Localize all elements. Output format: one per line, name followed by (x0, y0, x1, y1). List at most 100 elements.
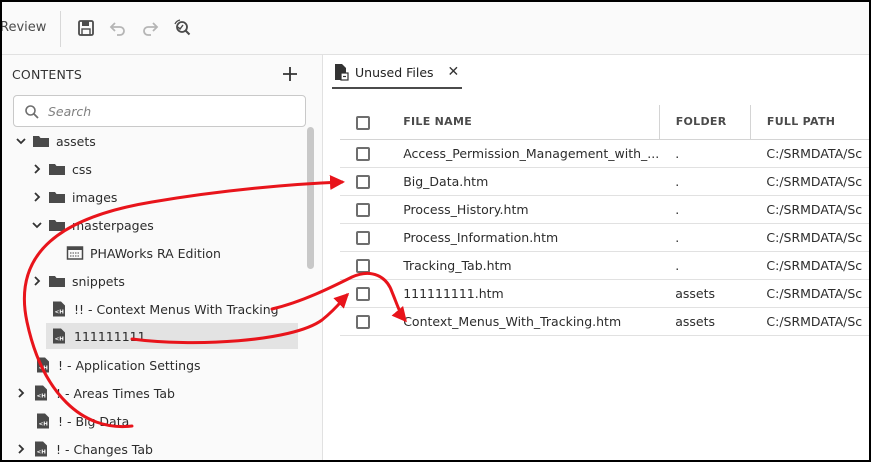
tree-item-snippets[interactable]: snippets (30, 268, 125, 294)
tree-item-big-data[interactable]: <H ! - Big Data (30, 408, 129, 434)
add-icon[interactable] (280, 64, 300, 84)
tree-item-areas-times-tab[interactable]: <H ! - Areas Times Tab (14, 380, 175, 406)
tree-item-label: assets (56, 133, 96, 149)
undo-icon[interactable] (108, 18, 128, 38)
row-checkbox-cell (340, 279, 404, 308)
tree-item-label: ! - Application Settings (58, 357, 201, 373)
svg-text:<H: <H (55, 310, 65, 316)
tree-item-images[interactable]: images (30, 184, 117, 210)
toolbar-divider (60, 11, 61, 47)
unused-files-table: FILE NAME FOLDER FULL PATH Access_Permis… (340, 105, 869, 336)
tab-unused-files[interactable]: Unused Files ✕ (332, 55, 459, 89)
tree-item-label: css (72, 161, 92, 177)
row-checkbox[interactable] (356, 314, 370, 329)
tree-item-changes-tab[interactable]: <H ! - Changes Tab (14, 436, 153, 460)
find-replace-icon[interactable] (172, 18, 192, 38)
row-checkbox[interactable] (356, 146, 370, 161)
chevron-down-icon[interactable] (30, 218, 44, 232)
column-header-file-name[interactable]: FILE NAME (403, 105, 660, 140)
redo-icon[interactable] (140, 18, 160, 38)
tree-item-label: ! - Big Data (58, 413, 130, 429)
select-all-checkbox[interactable] (356, 115, 370, 130)
row-checkbox[interactable] (356, 286, 370, 301)
search-icon (25, 105, 39, 119)
tree-item-label: ! - Areas Times Tab (56, 385, 175, 401)
row-checkbox-cell (340, 251, 404, 280)
row-checkbox-cell (340, 307, 404, 336)
tree-item-label: ! - Changes Tab (56, 441, 153, 457)
html-file-icon: <H (37, 357, 49, 373)
table-row[interactable]: Process_Information.htm . C:/SRMDATA/Sc (340, 223, 869, 252)
row-checkbox-cell (340, 223, 404, 252)
tree-item-label: PHAWorks RA Edition (90, 245, 221, 261)
svg-text:<H: <H (37, 394, 47, 400)
row-checkbox[interactable] (356, 230, 370, 245)
contents-panel: CONTENTS assets css images (2, 55, 323, 460)
column-header-folder[interactable]: FOLDER (659, 105, 751, 140)
tree-item-context-menus[interactable]: <H !! - Context Menus With Tracking (46, 296, 279, 322)
tab-active-indicator (332, 87, 462, 89)
sidebar-scrollbar[interactable] (307, 127, 314, 269)
full-path-cell: C:/SRMDATA/Sc (750, 307, 869, 336)
full-path-cell: C:/SRMDATA/Sc (750, 139, 869, 168)
table-row[interactable]: 111111111.htm assets C:/SRMDATA/Sc (340, 279, 869, 308)
html-file-icon: <H (53, 301, 65, 317)
close-icon[interactable]: ✕ (448, 64, 460, 80)
row-checkbox-cell (340, 195, 404, 224)
folder-cell: assets (659, 279, 751, 308)
folder-cell: . (659, 139, 751, 168)
table-header-row: FILE NAME FOLDER FULL PATH (340, 105, 869, 140)
folder-icon (49, 220, 65, 231)
chevron-right-icon[interactable] (14, 386, 28, 400)
table-row[interactable]: Context_Menus_With_Tracking.htm assets C… (340, 307, 869, 336)
file-name-cell: Process_Information.htm (403, 223, 660, 252)
tree-item-label: masterpages (72, 217, 154, 233)
search-input[interactable] (48, 102, 288, 120)
svg-text:<H: <H (39, 422, 49, 428)
row-checkbox[interactable] (356, 174, 370, 189)
folder-cell: . (659, 223, 751, 252)
tree-item-label: images (72, 189, 118, 205)
table-row[interactable]: Tracking_Tab.htm . C:/SRMDATA/Sc (340, 251, 869, 280)
table-row[interactable]: Access_Permission_Management_with_... . … (340, 139, 869, 168)
svg-text:<H: <H (55, 337, 65, 343)
report-icon (335, 64, 349, 81)
chevron-right-icon[interactable] (30, 162, 44, 176)
full-path-cell: C:/SRMDATA/Sc (750, 279, 869, 308)
full-path-cell: C:/SRMDATA/Sc (750, 223, 869, 252)
file-name-cell: Big_Data.htm (403, 167, 660, 196)
save-icon[interactable] (76, 18, 96, 38)
review-menu[interactable]: Review (2, 20, 46, 35)
column-header-full-path[interactable]: FULL PATH (750, 105, 869, 140)
chevron-right-icon[interactable] (30, 274, 44, 288)
full-path-cell: C:/SRMDATA/Sc (750, 251, 869, 280)
tree-item-assets[interactable]: assets (14, 128, 96, 154)
file-name-cell: Process_History.htm (403, 195, 660, 224)
table-row[interactable]: Big_Data.htm . C:/SRMDATA/Sc (340, 167, 869, 196)
chevron-down-icon[interactable] (14, 134, 28, 148)
full-path-cell: C:/SRMDATA/Sc (750, 167, 869, 196)
masterpage-icon (66, 246, 84, 260)
contents-title: CONTENTS (12, 67, 82, 82)
table-row[interactable]: Process_History.htm . C:/SRMDATA/Sc (340, 195, 869, 224)
row-checkbox[interactable] (356, 202, 370, 217)
folder-icon (49, 192, 65, 203)
folder-cell: . (659, 167, 751, 196)
tree-item-111111111[interactable]: <H 111111111 (46, 323, 298, 349)
tree-item-application-settings[interactable]: <H ! - Application Settings (30, 352, 201, 378)
tree-item-css[interactable]: css (30, 156, 92, 182)
tree-item-phaworks-ra-edition[interactable]: PHAWorks RA Edition (62, 240, 221, 266)
file-name-cell: Access_Permission_Management_with_... (403, 139, 660, 168)
row-checkbox[interactable] (356, 258, 370, 273)
chevron-right-icon[interactable] (14, 442, 28, 456)
tree-item-label: snippets (72, 273, 125, 289)
tree-item-label: 111111111 (74, 328, 146, 344)
tree-item-masterpages[interactable]: masterpages (30, 212, 154, 238)
search-field[interactable] (13, 95, 306, 127)
tab-label: Unused Files (355, 64, 434, 80)
chevron-right-icon[interactable] (30, 190, 44, 204)
html-file-icon: <H (35, 441, 47, 457)
svg-text:<H: <H (37, 450, 47, 456)
app-window: Review CONTENTS Search assets css images… (0, 0, 871, 462)
html-file-icon: <H (37, 413, 49, 429)
